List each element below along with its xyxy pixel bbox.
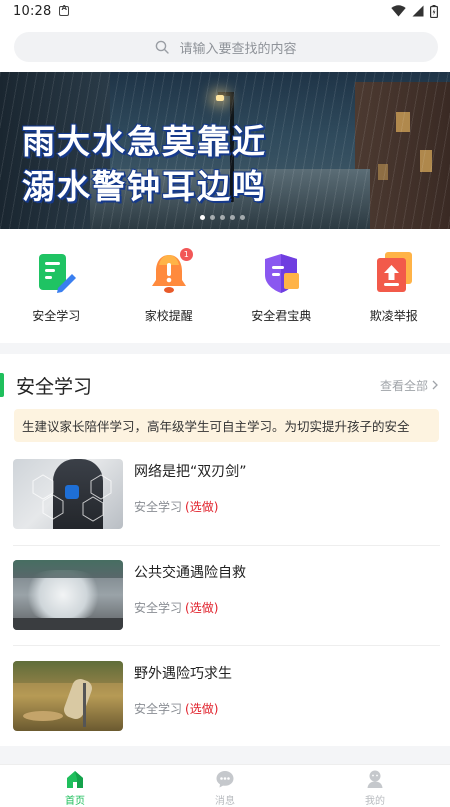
notice-text: 生建议家长陪伴学习，高年级学生可自主学习。为切实提升孩子的安全 bbox=[22, 419, 410, 434]
home-icon bbox=[67, 771, 83, 788]
lesson-thumbnail bbox=[13, 661, 123, 731]
lesson-title: 公共交通遇险自救 bbox=[134, 565, 246, 581]
tab-label: 首页 bbox=[65, 796, 85, 807]
menu-item-label: 欺凌举报 bbox=[369, 309, 418, 323]
lesson-info: 公共交通遇险自救 安全学习 (选做) bbox=[134, 560, 246, 630]
wifi-icon bbox=[391, 5, 406, 17]
lesson-thumbnail bbox=[13, 459, 123, 529]
carousel-dot[interactable] bbox=[220, 215, 225, 220]
signal-icon bbox=[412, 5, 424, 17]
banner-title-line2: 溺水警钟耳边鸣 bbox=[21, 166, 267, 207]
status-icons bbox=[391, 4, 438, 18]
section-separator bbox=[0, 343, 450, 354]
tab-profile[interactable]: 我的 bbox=[300, 765, 450, 807]
shield-book-icon bbox=[265, 254, 300, 293]
menu-item-safety-study[interactable]: 安全学习 bbox=[0, 229, 113, 343]
lesson-optional-tag: (选做) bbox=[185, 500, 219, 514]
carousel-indicator bbox=[200, 215, 245, 220]
lesson-info: 网络是把“双刃剑” 安全学习 (选做) bbox=[134, 459, 247, 529]
status-bar: 10:28 bbox=[0, 0, 450, 22]
banner-carousel[interactable]: 雨大水急莫靠近 溺水警钟耳边鸣 bbox=[0, 72, 450, 229]
menu-item-bullying-report[interactable]: 欺凌举报 bbox=[338, 229, 450, 343]
report-upload-icon bbox=[376, 252, 412, 292]
notice-marquee: 生建议家长陪伴学习，高年级学生可自主学习。为切实提升孩子的安全 bbox=[14, 409, 439, 442]
lesson-title: 野外遇险巧求生 bbox=[134, 666, 232, 682]
search-placeholder: 请输入要查找的内容 bbox=[179, 41, 297, 57]
view-all-label: 查看全部 bbox=[379, 378, 428, 393]
menu-item-safety-handbook[interactable]: 安全君宝典 bbox=[225, 229, 338, 343]
message-icon bbox=[216, 771, 234, 788]
list-divider bbox=[13, 545, 440, 546]
search-icon bbox=[156, 40, 170, 54]
lesson-category: 安全学习 bbox=[134, 702, 183, 716]
tab-messages[interactable]: 消息 bbox=[150, 765, 300, 807]
lesson-card[interactable]: 网络是把“双刃剑” 安全学习 (选做) bbox=[13, 459, 440, 529]
carousel-dot[interactable] bbox=[230, 215, 235, 220]
carousel-dot[interactable] bbox=[240, 215, 245, 220]
section-separator bbox=[0, 746, 450, 764]
lesson-optional-tag: (选做) bbox=[185, 702, 219, 716]
lesson-info: 野外遇险巧求生 安全学习 (选做) bbox=[134, 661, 232, 731]
lesson-thumbnail bbox=[13, 560, 123, 630]
menu-item-home-school-reminder[interactable]: 1 家校提醒 bbox=[113, 229, 226, 343]
section-header: 安全学习 查看全部 bbox=[0, 370, 450, 400]
chevron-right-icon bbox=[432, 380, 438, 390]
search-bar[interactable]: 请输入要查找的内容 bbox=[14, 32, 438, 62]
tab-home[interactable]: 首页 bbox=[0, 765, 150, 807]
menu-item-label: 家校提醒 bbox=[144, 309, 193, 323]
quick-menu: 安全学习 1 家校提醒 安全君宝典 欺凌举报 bbox=[0, 229, 450, 343]
banner-title-line1: 雨大水急莫靠近 bbox=[21, 121, 267, 162]
lesson-meta: 安全学习 (选做) bbox=[134, 700, 232, 717]
lesson-category: 安全学习 bbox=[134, 500, 183, 514]
section-title: 安全学习 bbox=[16, 375, 93, 398]
network-graphic bbox=[32, 474, 112, 522]
menu-item-label: 安全君宝典 bbox=[251, 309, 312, 323]
lesson-card[interactable]: 公共交通遇险自救 安全学习 (选做) bbox=[13, 560, 440, 630]
battery-icon bbox=[430, 4, 438, 18]
carousel-dot[interactable] bbox=[210, 215, 215, 220]
notification-icon bbox=[59, 4, 70, 16]
section-accent-bar bbox=[0, 373, 4, 397]
lesson-optional-tag: (选做) bbox=[185, 601, 219, 615]
list-divider bbox=[13, 645, 440, 646]
lesson-meta: 安全学习 (选做) bbox=[134, 498, 247, 515]
lesson-title: 网络是把“双刃剑” bbox=[134, 464, 247, 480]
carousel-dot[interactable] bbox=[200, 215, 205, 220]
profile-icon bbox=[367, 770, 383, 788]
lesson-card[interactable]: 野外遇险巧求生 安全学习 (选做) bbox=[13, 661, 440, 731]
lesson-category: 安全学习 bbox=[134, 601, 183, 615]
bell-icon-wrap: 1 bbox=[149, 248, 193, 295]
view-all-link[interactable]: 查看全部 bbox=[380, 377, 438, 394]
tab-label: 我的 bbox=[365, 796, 385, 807]
study-doc-icon bbox=[39, 254, 77, 293]
tab-label: 消息 bbox=[215, 796, 235, 807]
menu-item-label: 安全学习 bbox=[32, 309, 81, 323]
lesson-meta: 安全学习 (选做) bbox=[134, 599, 246, 616]
bottom-tab-bar: 首页 消息 我的 bbox=[0, 764, 450, 807]
status-time: 10:28 bbox=[13, 3, 52, 19]
notification-badge: 1 bbox=[179, 248, 193, 261]
